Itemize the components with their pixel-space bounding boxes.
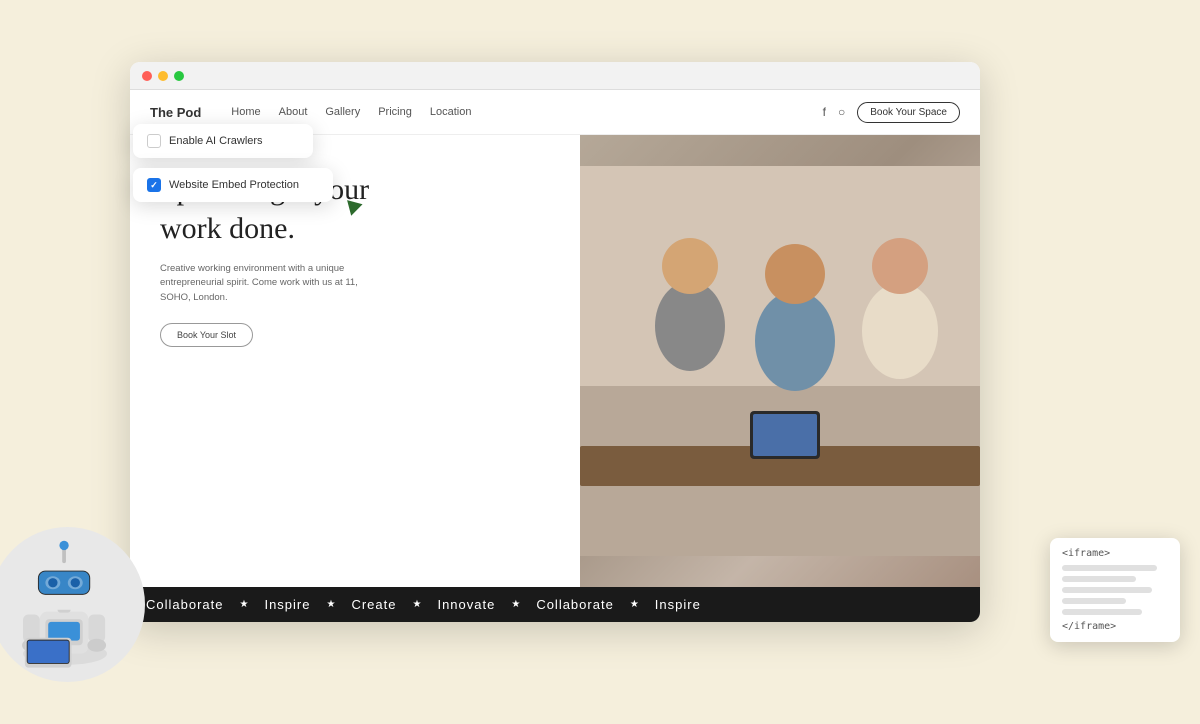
ticker-text-collaborate: Collaborate (146, 597, 224, 612)
code-line-2 (1062, 576, 1136, 582)
nav-link-location[interactable]: Location (430, 106, 472, 118)
hero-svg (580, 135, 980, 587)
nav-link-home[interactable]: Home (231, 106, 260, 118)
site-nav-links: Home About Gallery Pricing Location (231, 106, 822, 118)
ticker-star-5: ★ (630, 599, 639, 610)
ticker-text-create: Create (351, 597, 396, 612)
robot-mascot (0, 527, 145, 682)
browser-titlebar (130, 62, 980, 90)
code-line-1 (1062, 565, 1157, 571)
ticker-star-2: ★ (327, 599, 336, 610)
site-logo: The Pod (150, 105, 201, 120)
embed-protection-checkbox[interactable] (147, 178, 161, 192)
ai-crawlers-label: Enable AI Crawlers (169, 135, 263, 147)
ticker-text-innovate: Innovate (437, 597, 495, 612)
site-content: Space to get your work done. Creative wo… (130, 135, 980, 587)
browser-dot-yellow[interactable] (158, 71, 168, 81)
iframe-close-tag: </iframe> (1062, 621, 1168, 632)
ticker-item-1: Collaborate ★ Inspire ★ Create ★ Innovat… (130, 597, 717, 612)
ticker-text-inspire: Inspire (264, 597, 310, 612)
robot-svg (0, 537, 130, 677)
code-line-3 (1062, 587, 1152, 593)
code-line-5 (1062, 609, 1142, 615)
nav-link-pricing[interactable]: Pricing (378, 106, 412, 118)
embed-protection-label: Website Embed Protection (169, 179, 299, 191)
nav-link-about[interactable]: About (279, 106, 308, 118)
facebook-icon[interactable]: f (823, 105, 826, 119)
ticker-track: Collaborate ★ Inspire ★ Create ★ Innovat… (130, 597, 717, 612)
ticker-text-inspire2: Inspire (655, 597, 701, 612)
site-subtext: Creative working environment with a uniq… (160, 262, 380, 305)
ticker-star-1: ★ (240, 599, 249, 610)
scene: The Pod Home About Gallery Pricing Locat… (50, 62, 1150, 662)
ticker-text-collaborate2: Collaborate (536, 597, 614, 612)
browser-dot-green[interactable] (174, 71, 184, 81)
book-your-slot-button[interactable]: Book Your Slot (160, 323, 253, 347)
ai-crawlers-checkbox[interactable] (147, 134, 161, 148)
site-hero-image (580, 135, 980, 587)
ticker-star-4: ★ (511, 599, 520, 610)
browser-dot-red[interactable] (142, 71, 152, 81)
site-nav-actions: f ○ Book Your Space (823, 102, 960, 123)
popup-ai-crawlers[interactable]: Enable AI Crawlers (133, 124, 313, 158)
book-your-space-button[interactable]: Book Your Space (857, 102, 960, 123)
nav-link-gallery[interactable]: Gallery (325, 106, 360, 118)
popup-embed-protection[interactable]: Website Embed Protection (133, 168, 333, 202)
code-line-4 (1062, 598, 1126, 604)
instagram-icon[interactable]: ○ (838, 105, 845, 119)
hero-photo (580, 135, 980, 587)
ticker-star-3: ★ (413, 599, 422, 610)
iframe-open-tag: <iframe> (1062, 548, 1168, 559)
iframe-code-popup: <iframe> </iframe> (1050, 538, 1180, 642)
site-ticker: Collaborate ★ Inspire ★ Create ★ Innovat… (130, 587, 980, 622)
